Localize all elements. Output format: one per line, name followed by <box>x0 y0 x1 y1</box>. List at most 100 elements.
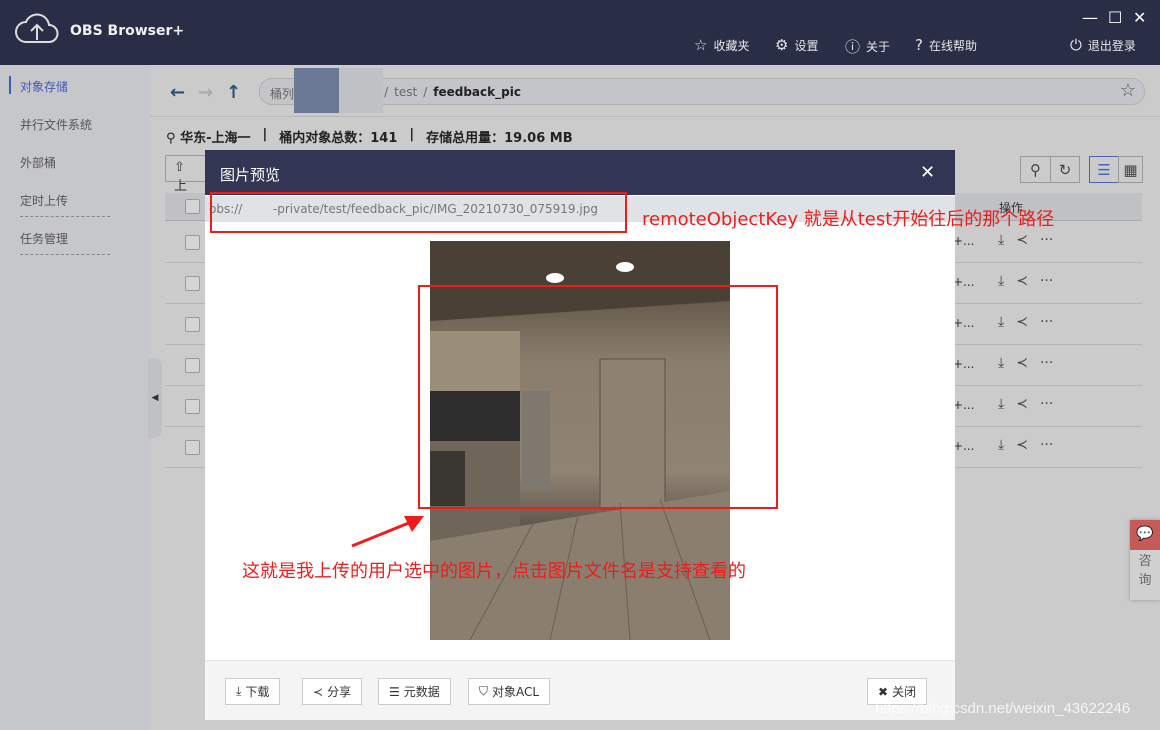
acl-button[interactable]: ⛉ 对象ACL <box>468 678 551 705</box>
about-button[interactable]: ⓘ 关于 <box>845 36 890 57</box>
more-icon[interactable]: ··· <box>1040 273 1053 289</box>
chat-icon: 💬 <box>1130 520 1160 550</box>
region: ⚲ 华东-上海一 <box>166 131 251 146</box>
sidebar-item-parallel-fs[interactable]: 并行文件系统 <box>20 116 92 133</box>
row-checkbox[interactable] <box>185 399 200 414</box>
share-icon[interactable]: ≺ <box>1016 314 1028 330</box>
row-cell: +... <box>953 275 975 289</box>
grid-view-button[interactable]: ▦ <box>1118 156 1143 183</box>
consult-widget[interactable]: 💬 咨询 <box>1130 520 1160 600</box>
bucket-stats: ⚲ 华东-上海一 | 桶内对象总数：141 | 存储总用量：19.06 MB <box>166 127 573 146</box>
more-icon[interactable]: ··· <box>1040 437 1053 453</box>
share-icon[interactable]: ≺ <box>1016 396 1028 412</box>
divider <box>20 216 110 217</box>
close-window-button[interactable]: ✕ <box>1133 8 1146 27</box>
list-view-button[interactable]: ☰ <box>1089 156 1119 183</box>
redaction-block <box>294 68 339 113</box>
download-icon[interactable]: ⤓ <box>998 355 1004 371</box>
more-icon[interactable]: ··· <box>1040 355 1053 371</box>
dialog-title: 图片预览 <box>220 166 281 184</box>
maximize-button[interactable]: ☐ <box>1108 8 1122 27</box>
sidebar-item-scheduled-upload[interactable]: 定时上传 <box>20 192 68 209</box>
more-icon[interactable]: ··· <box>1040 396 1053 412</box>
caret-left-icon: ◀ <box>151 393 159 403</box>
sidebar-item-task-management[interactable]: 任务管理 <box>20 230 68 247</box>
breadcrumb-root[interactable]: 桶列 <box>270 85 294 101</box>
breadcrumb-folder[interactable]: test <box>394 85 417 99</box>
consult-label: 询 <box>1138 573 1152 588</box>
close-dialog-icon[interactable]: ✕ <box>920 162 935 183</box>
row-cell: +... <box>953 234 975 248</box>
row-checkbox[interactable] <box>185 235 200 250</box>
redaction-block <box>339 68 383 113</box>
download-icon: ⤓ <box>236 684 242 698</box>
upload-button[interactable]: ⇧ 上 <box>165 155 210 194</box>
power-icon: ⏻ <box>1070 36 1082 54</box>
row-checkbox[interactable] <box>185 317 200 332</box>
forward-button[interactable]: → <box>198 82 213 103</box>
search-button[interactable]: ⚲ <box>1020 156 1050 183</box>
logout-label: 退出登录 <box>1087 38 1136 53</box>
help-icon: ? <box>915 36 923 54</box>
favorites-button[interactable]: ☆ 收藏夹 <box>694 36 749 54</box>
download-icon[interactable]: ⤓ <box>998 314 1004 330</box>
settings-button[interactable]: ⚙ 设置 <box>775 36 818 54</box>
breadcrumb-current: feedback_pic <box>433 85 521 99</box>
download-icon[interactable]: ⤓ <box>998 396 1004 412</box>
cloud-upload-logo-icon <box>15 13 59 43</box>
gear-icon: ⚙ <box>775 36 789 54</box>
refresh-icon: ↻ <box>1058 160 1072 179</box>
share-icon: ≺ <box>313 684 324 699</box>
consult-label: 咨 <box>1138 554 1152 569</box>
shield-icon: ⛉ <box>479 684 489 698</box>
more-icon[interactable]: ··· <box>1040 232 1053 248</box>
settings-label: 设置 <box>794 38 819 53</box>
row-checkbox[interactable] <box>185 358 200 373</box>
sidebar-item-object-storage[interactable]: 对象存储 <box>20 78 68 95</box>
annotation-box-image <box>418 285 778 509</box>
share-button[interactable]: ≺ 分享 <box>302 678 363 705</box>
favorites-label: 收藏夹 <box>713 38 750 53</box>
annotation-note-path: remoteObjectKey 就是从test开始往后的那个路径 <box>642 209 1055 230</box>
list-icon: ☰ <box>1097 160 1111 179</box>
share-icon[interactable]: ≺ <box>1016 273 1028 289</box>
annotation-arrow-icon <box>351 516 424 548</box>
download-button[interactable]: ⤓ 下载 <box>225 678 281 705</box>
collapse-sidebar-button[interactable]: ◀ <box>148 358 162 438</box>
more-icon[interactable]: ··· <box>1040 314 1053 330</box>
row-checkbox[interactable] <box>185 440 200 455</box>
grid-icon: ▦ <box>1123 160 1138 179</box>
share-icon[interactable]: ≺ <box>1016 232 1028 248</box>
download-icon[interactable]: ⤓ <box>998 437 1004 453</box>
database-icon: ☰ <box>389 684 400 699</box>
row-checkbox[interactable] <box>185 276 200 291</box>
breadcrumb[interactable]: 桶列 te/ test/ feedback_pic ☆ <box>259 78 1145 105</box>
star-icon[interactable]: ☆ <box>1120 80 1136 101</box>
dialog-footer: ⤓ 下载 ≺ 分享 ☰ 元数据 ⛉ 对象ACL ✖ 关闭 <box>205 660 955 720</box>
metadata-button[interactable]: ☰ 元数据 <box>378 678 451 705</box>
object-count: 桶内对象总数：141 <box>279 131 398 146</box>
row-cell: +... <box>953 439 975 453</box>
download-icon[interactable]: ⤓ <box>998 232 1004 248</box>
annotation-note-image: 这就是我上传的用户选中的图片，点击图片文件名是支持查看的 <box>242 561 746 582</box>
dialog-header: 图片预览 ✕ <box>205 150 955 195</box>
active-indicator <box>9 76 11 94</box>
download-icon[interactable]: ⤓ <box>998 273 1004 289</box>
divider <box>20 254 110 255</box>
refresh-button[interactable]: ↻ <box>1050 156 1080 183</box>
row-cell: +... <box>953 357 975 371</box>
share-icon[interactable]: ≺ <box>1016 355 1028 371</box>
back-button[interactable]: ← <box>170 82 185 103</box>
help-button[interactable]: ? 在线帮助 <box>915 36 977 54</box>
select-all-checkbox[interactable] <box>185 199 200 214</box>
search-icon: ⚲ <box>1030 160 1041 179</box>
minimize-button[interactable]: — <box>1082 8 1098 27</box>
up-button[interactable]: ↑ <box>226 82 241 103</box>
upload-icon: ⇧ <box>174 160 185 175</box>
logout-button[interactable]: ⏻ 退出登录 <box>1070 36 1136 54</box>
star-icon: ☆ <box>694 36 708 54</box>
storage-usage: 存储总用量：19.06 MB <box>426 131 573 146</box>
sidebar-item-external-bucket[interactable]: 外部桶 <box>20 154 56 171</box>
share-icon[interactable]: ≺ <box>1016 437 1028 453</box>
app-title: OBS Browser+ <box>70 23 185 39</box>
